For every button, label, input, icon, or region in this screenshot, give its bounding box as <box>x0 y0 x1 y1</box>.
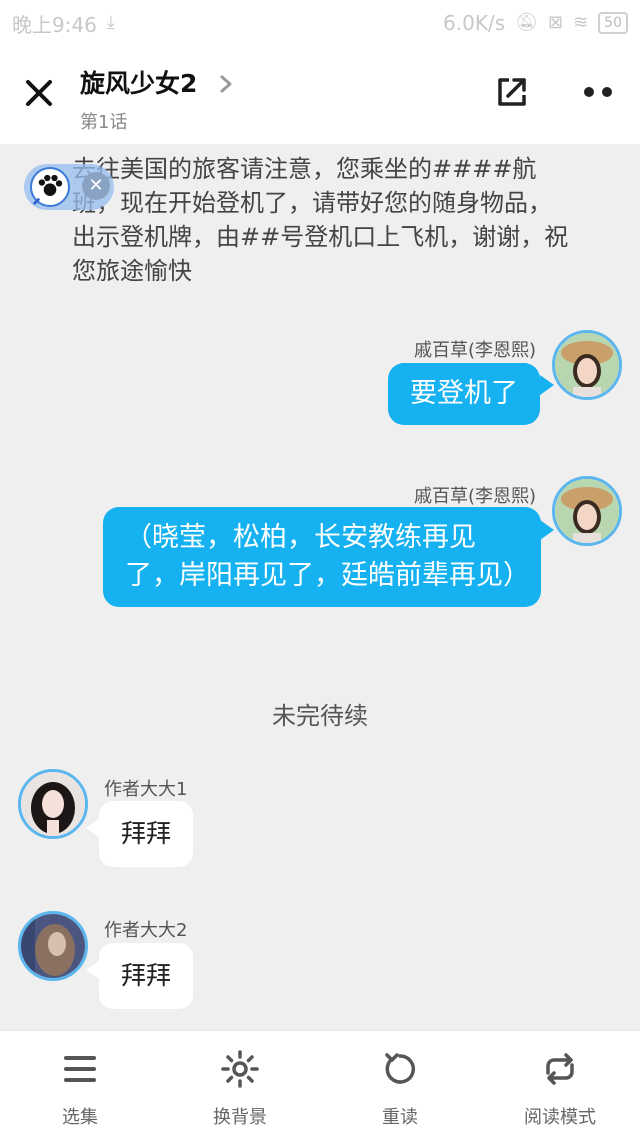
paw-icon[interactable] <box>30 167 70 207</box>
page-title: 旋风少女2 <box>80 69 198 98</box>
message-text: （晓莹，松柏，长安教练再见了，岸阳再见了，廷皓前辈再见） <box>125 522 530 591</box>
status-right: 6.0K/s 🔕︎ ⊠ ≋ 50 <box>443 11 628 35</box>
message-text: 拜拜 <box>121 819 172 848</box>
bubble-tail <box>86 960 100 980</box>
close-widget-icon[interactable]: ✕ <box>82 172 110 200</box>
bubble-tail <box>540 520 554 540</box>
floating-widget[interactable]: ✕ <box>24 164 114 210</box>
close-icon[interactable] <box>22 76 56 110</box>
sender-name: 戚百草(李恩熙) <box>413 340 536 361</box>
network-speed: 6.0K/s <box>443 11 506 35</box>
status-left: 晚上9:46 ⤓ <box>12 9 115 38</box>
share-icon[interactable] <box>494 74 530 110</box>
avatar[interactable] <box>552 476 622 546</box>
message-bubble[interactable]: （晓莹，松柏，长安教练再见了，岸阳再见了，廷皓前辈再见） <box>103 507 541 607</box>
tab-episodes[interactable]: 选集 <box>0 1031 160 1138</box>
tab-label: 阅读模式 <box>524 1107 596 1128</box>
sender-name: 作者大大2 <box>104 920 188 941</box>
sun-icon <box>221 1050 259 1088</box>
status-time: 晚上9:46 <box>12 12 97 37</box>
tab-label: 选集 <box>62 1107 98 1128</box>
bubble-tail <box>540 375 554 395</box>
bottom-toolbar: 选集 换背景 重读 阅读模式 <box>0 1030 640 1138</box>
status-bar: 晚上9:46 ⤓ 6.0K/s 🔕︎ ⊠ ≋ 50 <box>0 0 640 46</box>
title-block[interactable]: 旋风少女2 第1话 <box>80 64 237 134</box>
sim-icon: ⊠ <box>547 12 564 33</box>
to-be-continued: 未完待续 <box>272 702 368 730</box>
avatar[interactable] <box>18 911 88 981</box>
message-bubble[interactable]: 拜拜 <box>99 801 194 867</box>
more-icon[interactable] <box>580 78 616 106</box>
loop-icon <box>546 1053 574 1085</box>
wifi-icon: ≋ <box>573 12 589 33</box>
message-bubble[interactable]: 拜拜 <box>99 943 194 1009</box>
download-icon: ⤓ <box>106 12 115 33</box>
tab-background[interactable]: 换背景 <box>160 1031 320 1138</box>
sender-name: 作者大大1 <box>104 779 188 800</box>
bubble-tail <box>86 818 100 838</box>
header: 旋风少女2 第1话 <box>0 46 640 144</box>
tab-reread[interactable]: 重读 <box>320 1031 480 1138</box>
message-text: 拜拜 <box>121 961 172 990</box>
mute-icon: 🔕︎ <box>515 12 538 33</box>
narration-text: 去往美国的旅客请注意，您乘坐的####航班，现在开始登机了，请带好您的随身物品，… <box>72 155 569 285</box>
sender-name: 戚百草(李恩熙) <box>413 486 536 507</box>
tab-label: 重读 <box>382 1107 418 1128</box>
tab-reading-mode[interactable]: 阅读模式 <box>480 1031 640 1138</box>
chapter-label: 第1话 <box>80 112 128 133</box>
menu-icon <box>64 1056 96 1082</box>
battery-indicator: 50 <box>598 12 628 34</box>
message-text: 要登机了 <box>410 378 518 409</box>
chevron-right-icon <box>220 75 232 93</box>
message-bubble[interactable]: 要登机了 <box>388 363 540 425</box>
refresh-icon <box>385 1053 416 1084</box>
tab-label: 换背景 <box>213 1107 267 1128</box>
avatar[interactable] <box>552 330 622 400</box>
avatar[interactable] <box>18 769 88 839</box>
